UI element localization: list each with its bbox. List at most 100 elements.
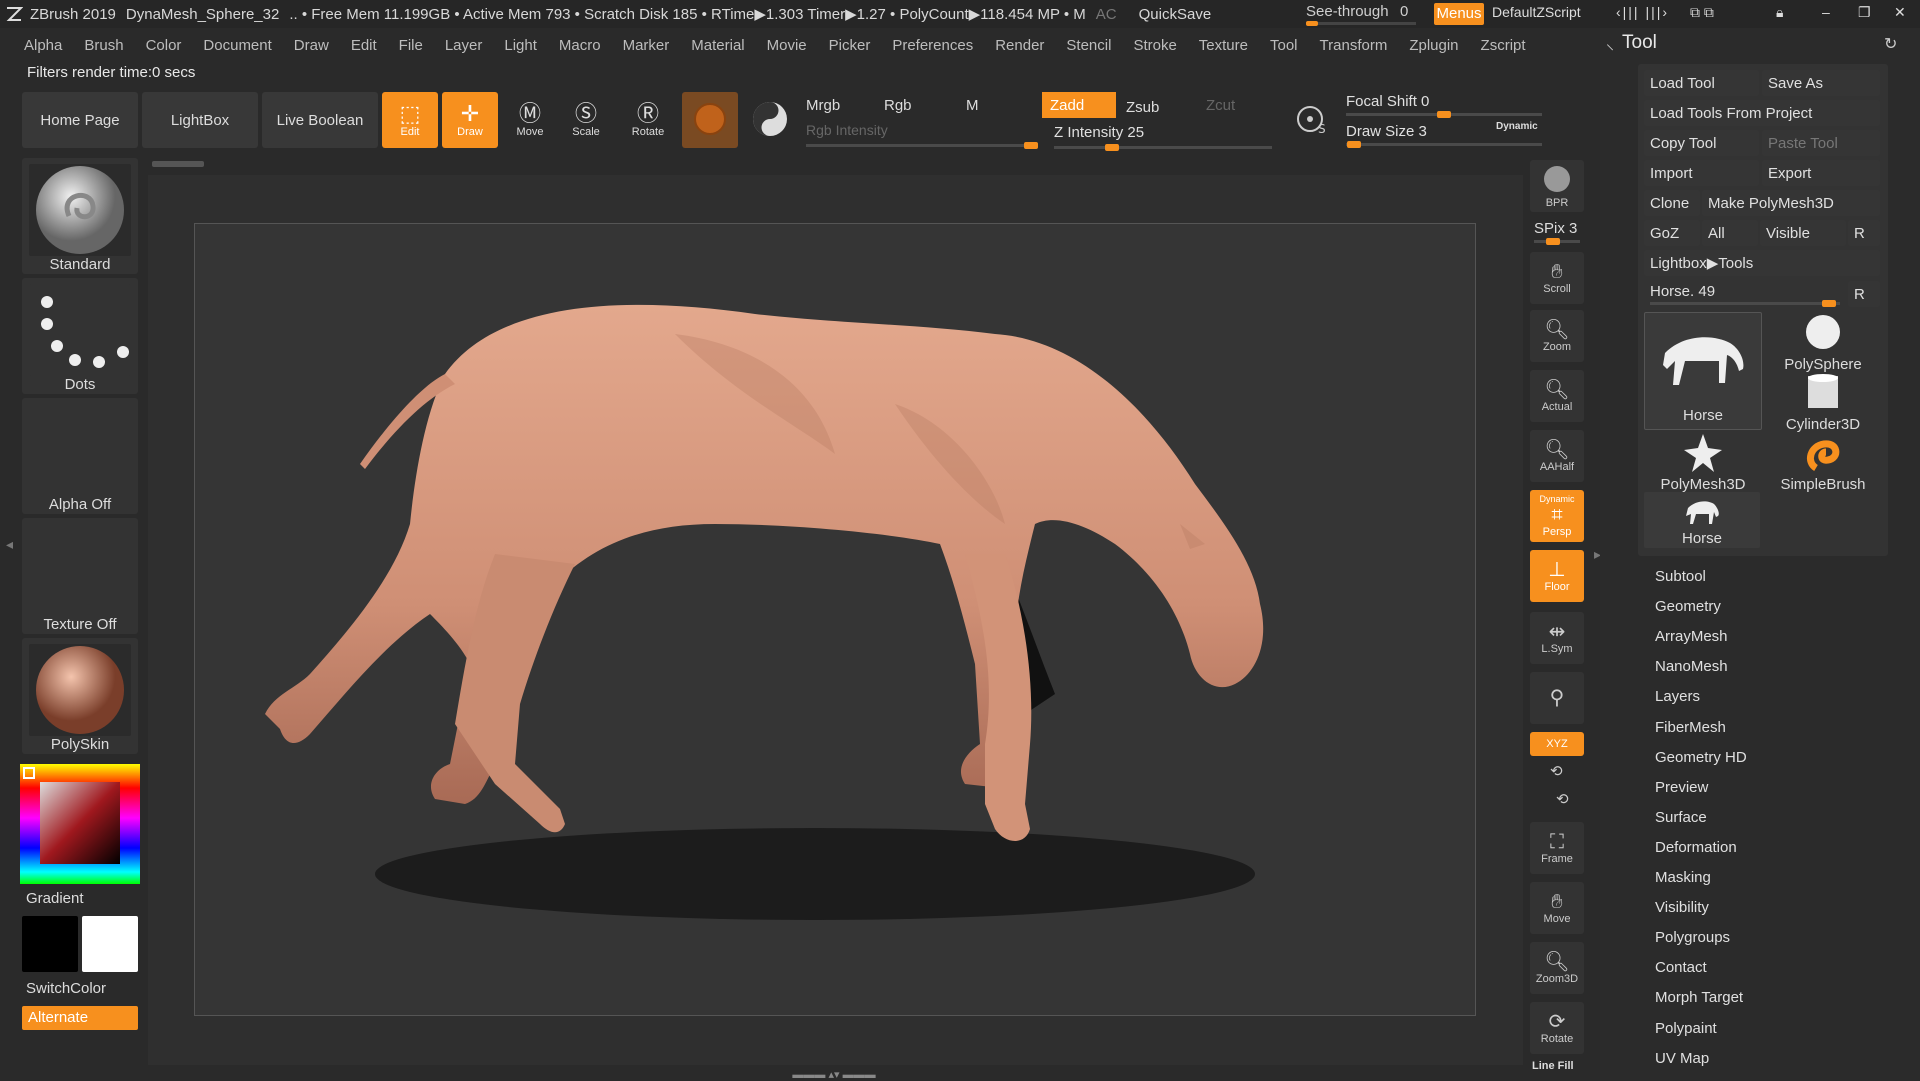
palette-handle-icon[interactable]: ⸜ [1606,32,1614,54]
move-view-button[interactable]: ✋︎ Move [1530,882,1584,934]
menu-render[interactable]: Render [995,37,1044,54]
focal-shift-knob[interactable] [1437,111,1451,118]
m-button[interactable]: M [958,92,1034,118]
subpalette-polypaint[interactable]: Polypaint [1655,1020,1717,1037]
clone-button[interactable]: Clone [1644,190,1700,216]
menu-edit[interactable]: Edit [351,37,377,54]
menu-material[interactable]: Material [691,37,744,54]
subpalette-subtool[interactable]: Subtool [1655,568,1706,585]
brush-material-swatch[interactable] [682,92,738,148]
live-boolean-button[interactable]: Live Boolean [262,92,378,148]
canvas-scroll-handle[interactable] [152,161,204,167]
color-picker[interactable] [20,764,140,884]
menu-preferences[interactable]: Preferences [892,37,973,54]
alternate-button[interactable]: Alternate [22,1006,138,1030]
frame-button[interactable]: ⛶ Frame [1530,822,1584,874]
subpalette-nanomesh[interactable]: NanoMesh [1655,658,1728,675]
zoom3d-button[interactable]: 🔍︎ Zoom3D [1530,942,1584,994]
subpalette-geometry-hd[interactable]: Geometry HD [1655,749,1747,766]
menu-draw[interactable]: Draw [294,37,329,54]
goz-r-button[interactable]: R [1848,220,1880,246]
make-polymesh3d-button[interactable]: Make PolyMesh3D [1702,190,1880,216]
aahalf-button[interactable]: 🔍︎ AAHalf [1530,430,1584,482]
subpalette-contact[interactable]: Contact [1655,959,1707,976]
gradient-label[interactable]: Gradient [26,890,84,907]
menu-macro[interactable]: Macro [559,37,601,54]
load-tools-from-project-button[interactable]: Load Tools From Project [1644,100,1880,126]
tool-thumb-cylinder3d[interactable]: Cylinder3D [1768,372,1878,433]
rotate-z-icon[interactable]: ⟲ [1556,790,1569,808]
menu-stroke[interactable]: Stroke [1133,37,1176,54]
texture-selector[interactable]: Texture Off [22,518,138,634]
menu-picker[interactable]: Picker [829,37,871,54]
main-color-swatch[interactable] [22,916,78,972]
tool-select-knob[interactable] [1822,300,1837,307]
draw-size-knob[interactable] [1346,141,1361,148]
actual-button[interactable]: 🔍︎ Actual [1530,370,1584,422]
subpalette-uv-map[interactable]: UV Map [1655,1050,1709,1067]
scale-mode-button[interactable]: Ⓢ Scale [558,92,614,148]
xyz-rotate-button[interactable]: XYZ [1530,732,1584,756]
tool-thumb-polysphere[interactable]: PolySphere [1768,312,1878,373]
save-as-button[interactable]: Save As [1762,70,1880,96]
focal-shift-slider[interactable] [1346,111,1542,118]
subpalette-morph-target[interactable]: Morph Target [1655,989,1743,1006]
bpr-button[interactable]: BPR [1530,160,1584,212]
minimize-icon[interactable]: – [1822,4,1830,20]
switchcolor-button[interactable]: SwitchColor [26,980,106,997]
goz-all-button[interactable]: All [1702,220,1758,246]
menu-file[interactable]: File [399,37,423,54]
line-fill-button[interactable]: Line Fill [1532,1060,1574,1072]
persp-button[interactable]: Dynamic ⌗ Persp [1530,490,1584,542]
quicksave-button[interactable]: QuickSave [1139,6,1212,23]
subpalette-masking[interactable]: Masking [1655,869,1711,886]
stroke-selector[interactable]: Dots [22,278,138,394]
menu-zscript[interactable]: Zscript [1481,37,1526,54]
import-button[interactable]: Import [1644,160,1759,186]
lazy-mouse-button[interactable]: S [1282,92,1342,148]
lightbox-button[interactable]: LightBox [142,92,258,148]
tool-palette-title[interactable]: Tool [1622,32,1657,54]
subpalette-deformation[interactable]: Deformation [1655,839,1737,856]
subpalette-polygroups[interactable]: Polygroups [1655,929,1730,946]
load-tool-button[interactable]: Load Tool [1644,70,1759,96]
mrgb-button[interactable]: Mrgb [798,92,874,118]
tool-select-slider[interactable] [1650,300,1840,307]
rotate-mode-button[interactable]: Ⓡ Rotate [620,92,676,148]
rgb-button[interactable]: Rgb [876,92,956,118]
paste-tool-button[interactable]: Paste Tool [1762,130,1880,156]
subpalette-geometry[interactable]: Geometry [1655,598,1721,615]
rgb-intensity-slider[interactable] [806,142,1038,149]
brush-selector[interactable]: Standard [22,158,138,274]
seethrough-slider[interactable]: See-through 0 [1302,0,1422,28]
menu-layer[interactable]: Layer [445,37,483,54]
refresh-icon[interactable]: ↻ [1884,34,1897,54]
material-selector[interactable]: PolySkin [22,638,138,754]
window-layout-icon[interactable]: ⧉ ⧉ [1690,4,1714,21]
tool-thumb-simplebrush[interactable]: SimpleBrush [1768,432,1878,493]
tool-thumb-polymesh3d[interactable]: PolyMesh3D [1648,432,1758,493]
menus-toggle-button[interactable]: Menus [1434,3,1484,25]
floor-button[interactable]: ⊥ Floor [1530,550,1584,602]
left-collapse-arrow-icon[interactable]: ◂ [6,536,13,553]
menu-stencil[interactable]: Stencil [1066,37,1111,54]
local-transform-button[interactable]: ⚲ [1530,672,1584,724]
horse-model[interactable] [195,224,1475,1015]
document-canvas[interactable] [194,223,1476,1016]
menu-marker[interactable]: Marker [623,37,670,54]
draw-mode-button[interactable]: ✛ Draw [442,92,498,148]
rotate-view-button[interactable]: ⟳ Rotate [1530,1002,1584,1054]
tool-thumb-horse-subtool[interactable]: Horse [1644,492,1760,548]
menu-tool[interactable]: Tool [1270,37,1298,54]
export-button[interactable]: Export [1762,160,1880,186]
zsub-button[interactable]: Zsub [1118,94,1190,120]
dynamic-size-toggle[interactable]: Dynamic [1496,121,1538,132]
tool-slider-r-button[interactable]: R [1848,281,1880,307]
menu-brush[interactable]: Brush [84,37,123,54]
subpalette-layers[interactable]: Layers [1655,688,1700,705]
zcut-button[interactable]: Zcut [1198,92,1268,118]
bottom-tray-toggle-icon[interactable]: ▬▬▬ ▴▾ ▬▬▬ [756,1068,912,1081]
seethrough-knob[interactable] [1306,21,1318,26]
menu-transform[interactable]: Transform [1320,37,1388,54]
sphere-toggle-button[interactable] [742,92,798,148]
